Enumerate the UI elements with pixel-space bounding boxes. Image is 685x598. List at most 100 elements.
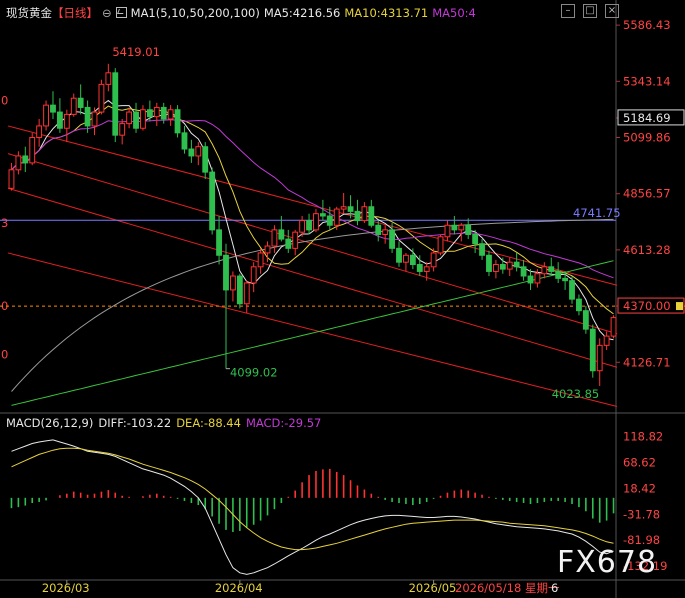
candle-body bbox=[396, 247, 402, 263]
candle-body bbox=[319, 213, 326, 217]
high-annotation: 5419.01 bbox=[112, 45, 160, 59]
candle-body bbox=[403, 254, 409, 263]
current-price-label: 4370.00 bbox=[623, 299, 671, 313]
macd-tick-label: 118.82 bbox=[623, 429, 663, 443]
candle-body bbox=[492, 264, 499, 272]
candle-body bbox=[133, 111, 139, 129]
indicator-icon[interactable] bbox=[115, 7, 127, 18]
candle-body bbox=[486, 254, 492, 272]
price-chart: 5586.43 5343.14 5184.69 5099.86 4856.57 4613.… bbox=[0, 0, 685, 598]
period-label[interactable]: 【日线】 bbox=[52, 6, 98, 20]
candle-body bbox=[126, 111, 133, 125]
ma-params: MA1(5,10,50,200,100) bbox=[130, 6, 260, 20]
candle-body bbox=[506, 261, 513, 270]
candle-body bbox=[589, 328, 596, 372]
candle-body bbox=[250, 266, 257, 284]
ma5-value: MA5:4216.56 bbox=[263, 6, 341, 20]
ma50-line bbox=[11, 119, 614, 279]
ma100-line bbox=[11, 218, 614, 392]
candle-body bbox=[84, 106, 91, 127]
candle-body bbox=[382, 229, 389, 235]
candle-body bbox=[465, 224, 472, 235]
candle-body bbox=[603, 335, 610, 346]
time-tick-label: 2026/04 bbox=[215, 581, 263, 595]
candle-body bbox=[479, 243, 485, 256]
candle-body bbox=[306, 220, 312, 231]
candle-body bbox=[257, 252, 264, 268]
candle-body bbox=[444, 224, 451, 238]
candle-body bbox=[596, 344, 603, 372]
candle-body bbox=[285, 238, 292, 249]
close-icon[interactable]: × bbox=[605, 4, 619, 18]
candle-body bbox=[216, 229, 222, 256]
candle-body bbox=[610, 317, 617, 337]
macd-header: MACD(26,12,9) DIFF:-103.22 DEA:-88.44 MACD:… bbox=[6, 416, 326, 430]
low-annotation-march: 4099.02 bbox=[230, 366, 278, 380]
instrument-title[interactable]: 现货黄金 bbox=[6, 6, 52, 20]
candle-body bbox=[243, 282, 250, 305]
candle-body bbox=[389, 229, 396, 249]
candle-body bbox=[576, 298, 582, 312]
candle-body bbox=[368, 206, 375, 226]
minimize-icon[interactable]: – bbox=[561, 4, 575, 18]
candle-body bbox=[56, 111, 63, 129]
price-tick-label: 5586.43 bbox=[623, 18, 671, 32]
candle-body bbox=[8, 169, 15, 189]
candle-body bbox=[160, 106, 167, 120]
candle-body bbox=[555, 270, 562, 279]
candle-body bbox=[361, 206, 368, 222]
candle-body bbox=[43, 104, 49, 127]
candle-body bbox=[105, 72, 112, 85]
candle-body bbox=[409, 254, 416, 265]
settings-icon[interactable]: ⊖ bbox=[102, 6, 112, 20]
chart-header: 现货黄金【日线】 ⊖ MA1(5,10,50,200,100) MA5:4216.56… bbox=[6, 5, 480, 21]
candle-body bbox=[271, 229, 278, 247]
candle-body bbox=[437, 236, 444, 254]
candle-body bbox=[91, 111, 98, 127]
candle-body bbox=[541, 266, 548, 275]
hline-label: 4741.75 bbox=[573, 206, 621, 220]
candle-body bbox=[119, 123, 126, 136]
candle-body bbox=[520, 266, 527, 277]
left-axis-fragment: 0 bbox=[1, 348, 8, 362]
candle-body bbox=[333, 208, 340, 226]
candle-body bbox=[347, 206, 354, 212]
candle-body bbox=[174, 109, 181, 134]
price-tick-label: 4613.28 bbox=[623, 243, 671, 257]
price-tick-label: 4126.71 bbox=[623, 355, 671, 369]
candle-body bbox=[562, 277, 569, 282]
cursor-date-label: 2026/05/18 星期一 bbox=[455, 581, 560, 595]
macd-value: MACD:-29.57 bbox=[245, 416, 322, 430]
candle-body bbox=[582, 310, 589, 330]
candle-body bbox=[569, 280, 575, 300]
price-tick-label: 4856.57 bbox=[623, 187, 671, 201]
candle-body bbox=[375, 224, 382, 235]
candle-body bbox=[202, 146, 209, 173]
watermark-logo: FX678 bbox=[557, 545, 658, 580]
macd-params: MACD(26,12,9) bbox=[6, 416, 94, 430]
candle-body bbox=[292, 231, 299, 249]
candle-body bbox=[326, 215, 333, 226]
ma50-value: MA50:4 bbox=[432, 6, 476, 20]
low-annotation-recent: 4023.85 bbox=[552, 387, 600, 401]
left-axis-fragment: 3 bbox=[1, 216, 8, 230]
price-tick-label: 5343.14 bbox=[623, 74, 671, 88]
price-marker-label: 5184.69 bbox=[623, 111, 671, 125]
candle-body bbox=[22, 155, 29, 164]
maximize-icon[interactable]: □ bbox=[583, 4, 597, 18]
candle-body bbox=[188, 148, 195, 157]
time-tick-label: 2026/03 bbox=[42, 581, 90, 595]
dea-value: DEA:-88.44 bbox=[176, 416, 241, 430]
candle-body bbox=[451, 224, 458, 231]
price-tick-label: 5099.86 bbox=[623, 131, 671, 145]
candle-body bbox=[70, 97, 77, 115]
time-tick-label: 2026/05 bbox=[409, 581, 457, 595]
candle-body bbox=[354, 210, 361, 222]
candle-body bbox=[153, 106, 160, 118]
candle-body bbox=[167, 109, 174, 120]
candle-body bbox=[430, 252, 437, 268]
candle-body bbox=[140, 109, 146, 129]
price-arrow-icon bbox=[676, 302, 683, 311]
diff-value: DIFF:-103.22 bbox=[98, 416, 172, 430]
candle-body bbox=[209, 171, 216, 231]
